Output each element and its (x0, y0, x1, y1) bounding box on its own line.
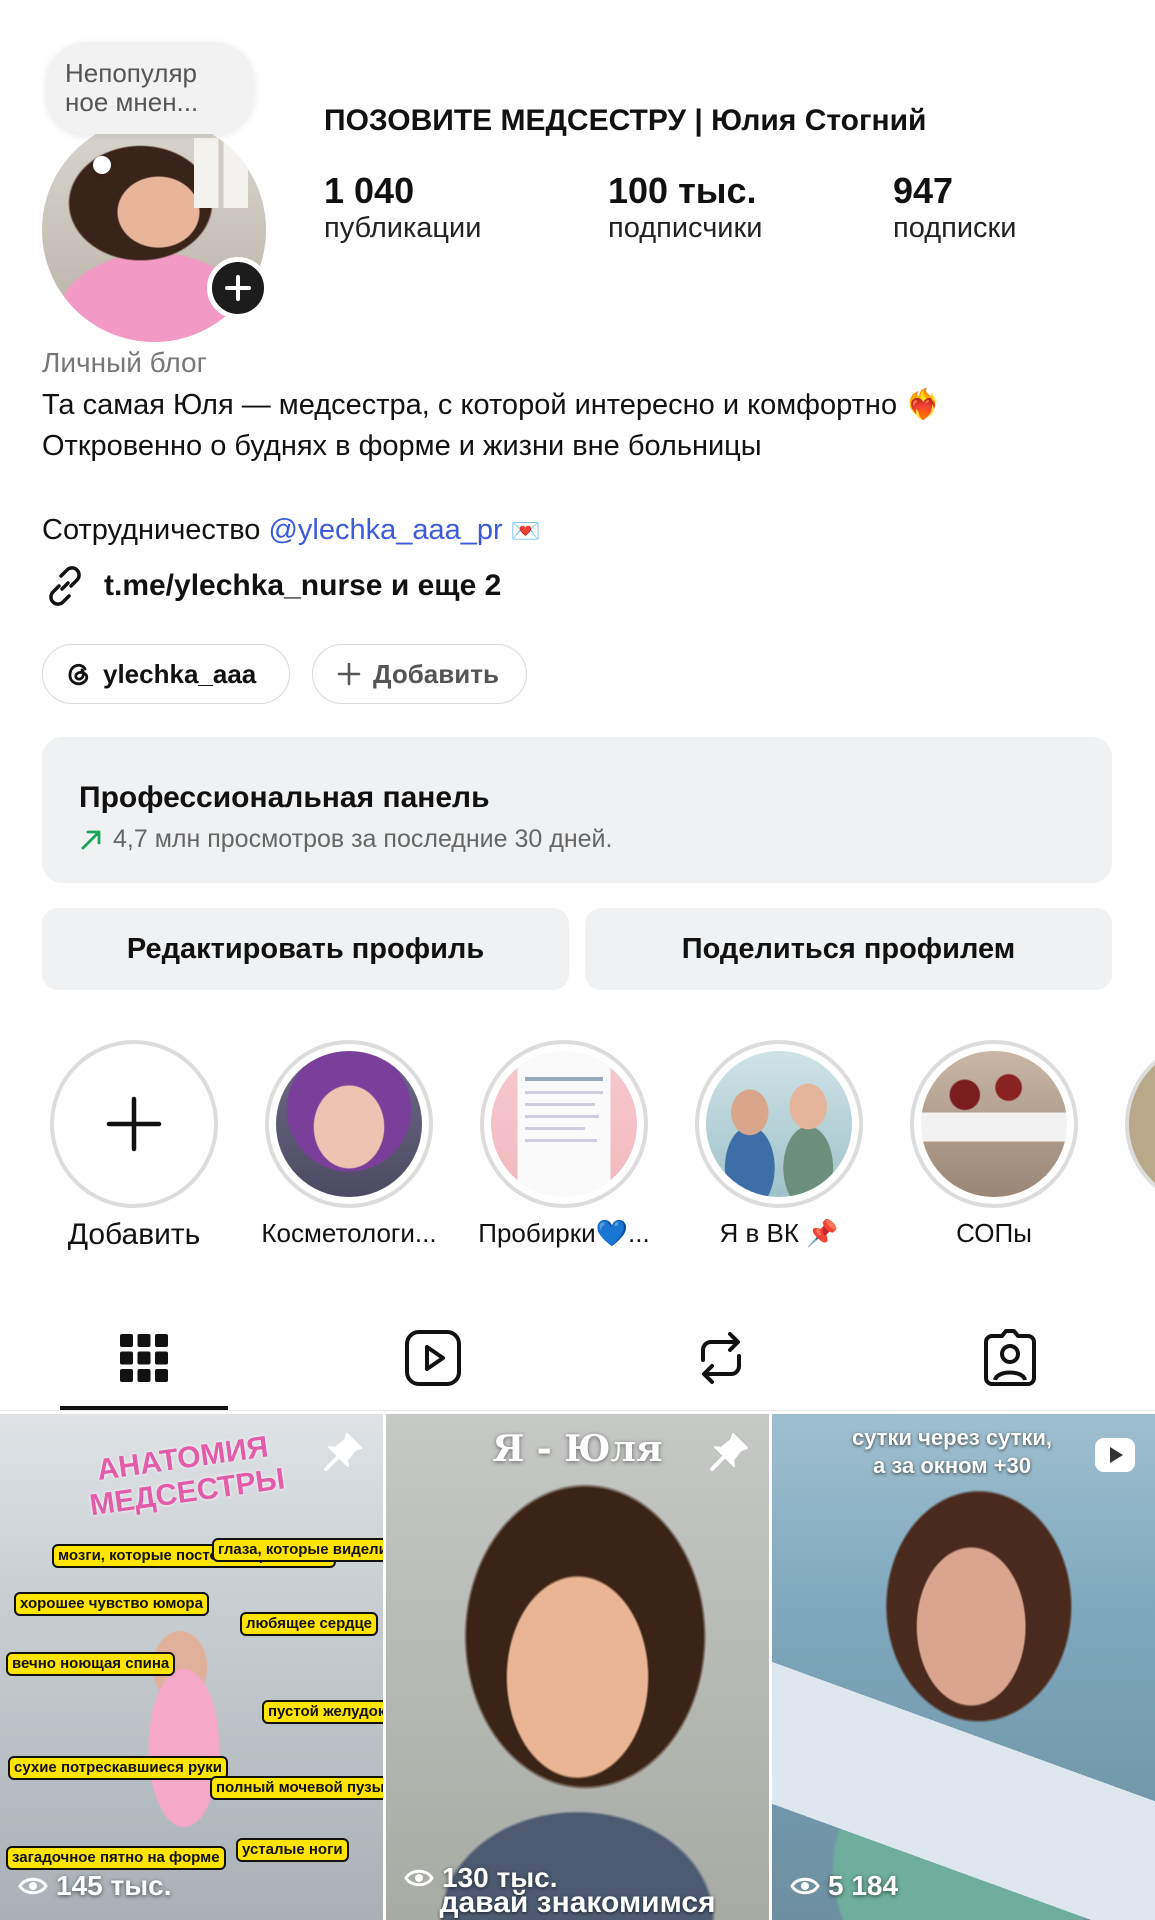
reels-icon (405, 1330, 461, 1386)
note-bubble-tail (93, 156, 111, 174)
tile-3-views-count: 5 184 (828, 1870, 899, 1901)
highlight-cosmetology-cover (276, 1051, 422, 1197)
add-chip-label: Добавить (373, 658, 499, 689)
threads-chip[interactable]: ylechka_aaa (42, 644, 290, 704)
stat-following[interactable]: 947 подписки (893, 170, 1016, 245)
plus-icon (337, 662, 361, 686)
bio-line-1-text: Та самая Юля — медсестра, с которой инте… (42, 389, 898, 421)
bio-link-row[interactable]: t.me/ylechka_nurse и еще 2 (42, 563, 501, 609)
highlight-sops-label: СОПы (956, 1218, 1032, 1248)
stat-followers-value: 100 тыс. (608, 170, 757, 211)
tile-1-views-count: 145 тыс. (56, 1870, 172, 1901)
threads-icon (68, 663, 89, 686)
edit-profile-button[interactable]: Редактировать профиль (42, 908, 569, 990)
threads-handle: ylechka_aaa (103, 658, 257, 689)
plus-icon (106, 1096, 162, 1152)
pin-icon (324, 1433, 362, 1471)
highlight-tubes-label: Пробирки💙... (478, 1218, 650, 1248)
pin-icon (710, 1433, 748, 1471)
tile-1-label-10: усталые ноги (236, 1838, 349, 1862)
tile-1-label-9: загадочное пятно на форме (6, 1846, 226, 1870)
tab-divider (0, 1410, 1155, 1411)
highlight-add-label: Добавить (67, 1218, 201, 1251)
grid-icon (120, 1334, 168, 1382)
grid-tile-3[interactable]: сутки через сутки, а за окном +30 5 184 (772, 1414, 1155, 1920)
tile-1-label-8: полный мочевой пузырь (210, 1776, 383, 1800)
tile-2-caption: давай знакомимся (439, 1886, 716, 1919)
avatar-window (194, 138, 248, 208)
stat-posts-value: 1 040 (324, 170, 415, 211)
profile-category: Личный блог (42, 347, 207, 378)
profile-name: ПОЗОВИТЕ МЕДСЕСТРУ | Юлия Стогний (324, 104, 927, 137)
share-profile-button[interactable]: Поделиться профилем (585, 908, 1112, 990)
stat-followers[interactable]: 100 тыс. подписчики (608, 170, 762, 245)
plus-icon (225, 275, 251, 301)
stat-following-value: 947 (893, 170, 954, 211)
tab-reels[interactable] (373, 1318, 493, 1398)
highlight-tubes-cover (491, 1051, 637, 1197)
collab-mention-link[interactable]: @ylechka_aaa_pr (268, 514, 502, 546)
note-bubble[interactable]: Непопуляр ное мнен... (46, 42, 254, 134)
add-chip[interactable]: Добавить (312, 644, 527, 704)
tile-3-views: 5 184 (790, 1870, 898, 1902)
highlight-partial[interactable] (1125, 1040, 1155, 1208)
tile-1-views: 145 тыс. (18, 1870, 171, 1902)
highlight-vk[interactable] (695, 1040, 863, 1208)
pro-panel-subtitle: 4,7 млн просмотров за последние 30 дней. (79, 825, 612, 854)
tab-tagged[interactable] (950, 1318, 1070, 1398)
heart-fire-icon: ❤️‍🔥 (905, 389, 942, 421)
reel-badge-icon (1095, 1438, 1135, 1472)
highlight-tubes[interactable] (480, 1040, 648, 1208)
tab-reposts[interactable] (661, 1318, 781, 1398)
tile-1-label-2: глаза, которые видели всё (212, 1538, 383, 1562)
tile-1-label-7: сухие потрескавшиеся руки (8, 1756, 229, 1780)
tile-1-label-6: пустой желудок (262, 1700, 383, 1724)
reposts-icon (701, 1332, 741, 1384)
highlight-sops[interactable] (910, 1040, 1078, 1208)
grid-tile-2[interactable]: Я - Юля 130 тыс. давай знакомимся (386, 1414, 769, 1920)
pro-panel-views: 4,7 млн просмотров за последние 30 дней. (113, 825, 613, 853)
add-story-button[interactable] (207, 257, 269, 319)
bio-collab-line: Сотрудничество @ylechka_aaa_pr 💌 (42, 514, 541, 547)
tile-1-label-3: хорошее чувство юмора (14, 1592, 209, 1616)
stat-posts[interactable]: 1 040 публикации (324, 170, 481, 245)
tagged-icon (984, 1329, 1036, 1386)
eye-icon (790, 1877, 820, 1895)
bio-line-1: Та самая Юля — медсестра, с которой инте… (42, 388, 941, 422)
tab-grid[interactable] (84, 1318, 204, 1398)
highlight-vk-label: Я в ВК 📌 (719, 1218, 839, 1248)
link-icon (49, 566, 81, 606)
stat-following-label: подписки (893, 212, 1017, 244)
highlight-cosmetology-label: Косметологи... (261, 1218, 437, 1248)
stat-followers-label: подписчики (608, 212, 763, 244)
trend-up-icon (81, 830, 101, 849)
professional-dashboard[interactable]: Профессиональная панель 4,7 млн просмотр… (42, 737, 1112, 883)
stat-posts-label: публикации (324, 212, 482, 244)
tile-1-title: АНАТОМИЯ МЕДСЕСТРЫ (87, 1430, 287, 1523)
bio-link-text: t.me/ylechka_nurse и еще 2 (104, 569, 502, 602)
tile-1-label-5: вечно ноющая спина (6, 1652, 176, 1676)
note-text: Непопуляр ное мнен... (65, 58, 199, 117)
collab-prefix: Сотрудничество (42, 514, 269, 546)
highlight-add[interactable] (50, 1040, 218, 1208)
highlight-cosmetology[interactable] (265, 1040, 433, 1208)
eye-icon (18, 1877, 48, 1895)
pro-panel-title: Профессиональная панель (79, 781, 490, 814)
bio-line-2: Откровенно о буднях в форме и жизни вне … (42, 430, 762, 462)
tile-3-caption: сутки через сутки, а за окном +30 (851, 1425, 1053, 1478)
love-letter-icon: 💌 (510, 518, 541, 545)
grid-tile-1[interactable]: АНАТОМИЯ МЕДСЕСТРЫ мозги, которые постоя… (0, 1414, 383, 1920)
highlight-vk-cover (706, 1051, 852, 1197)
tile-1-label-4: любящее сердце (240, 1612, 379, 1636)
highlight-sops-cover (921, 1051, 1067, 1197)
